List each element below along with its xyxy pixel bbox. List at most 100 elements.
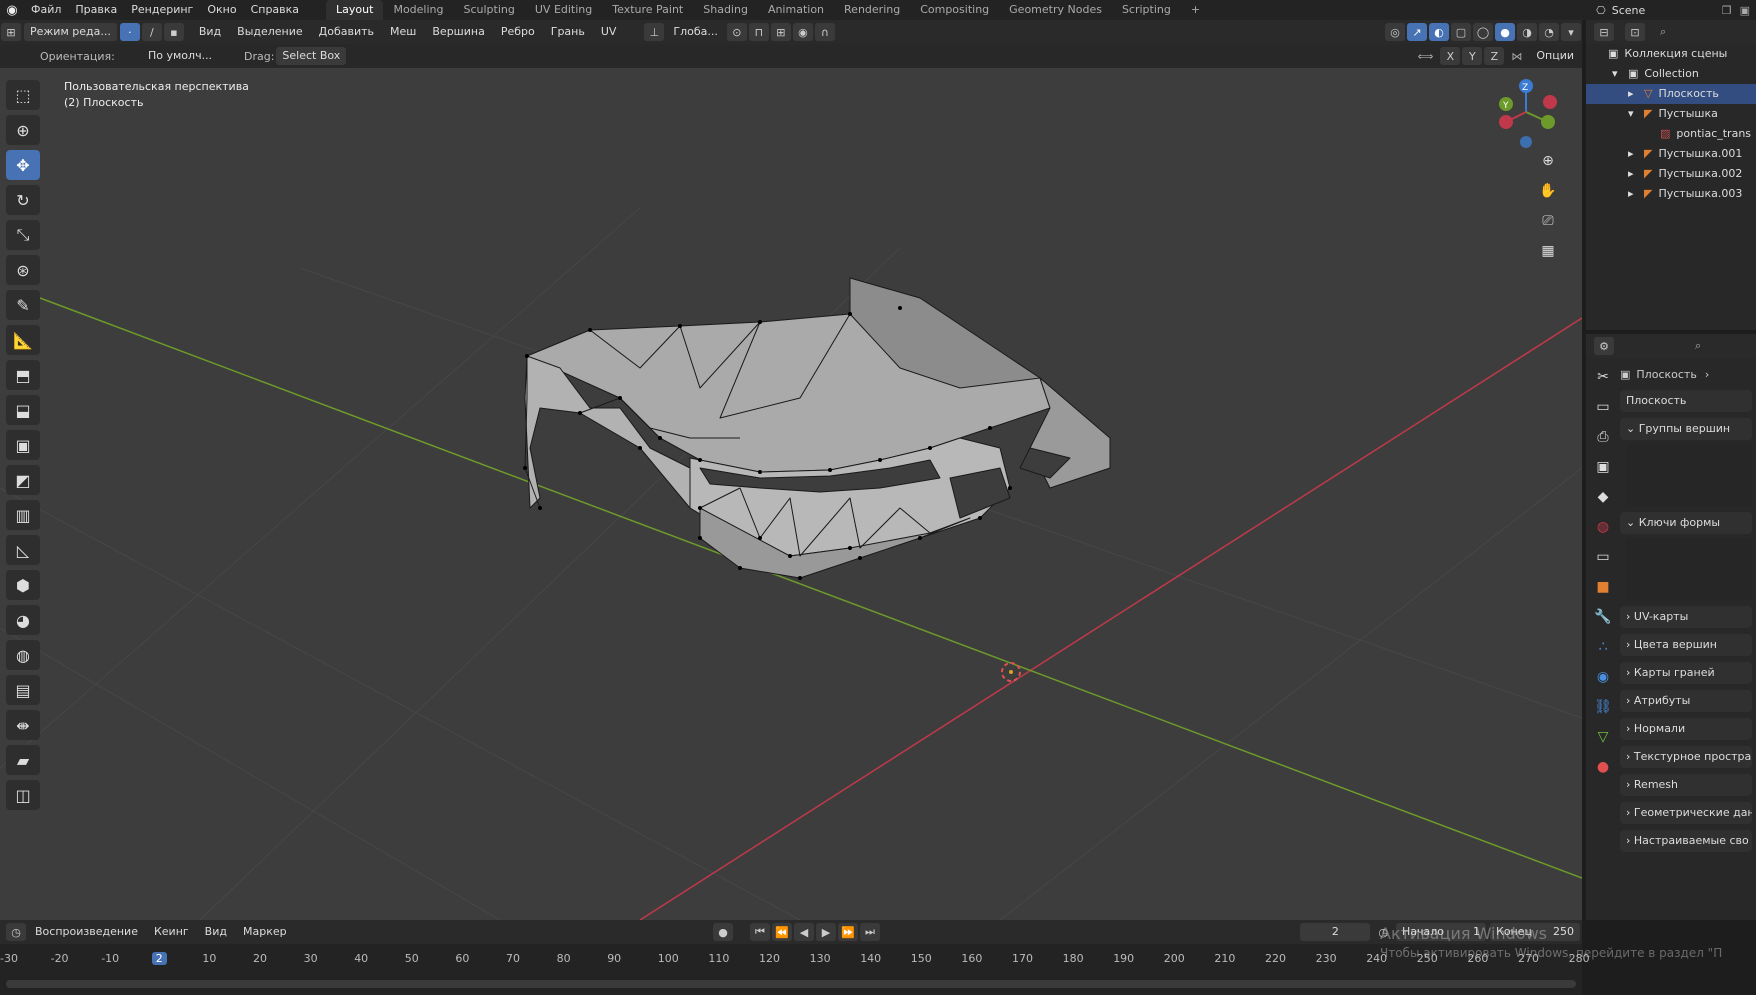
jump-end-icon[interactable]: ⏭ (860, 923, 880, 941)
workspace-tab[interactable]: Animation (758, 0, 834, 20)
particles-tab-icon[interactable]: ∴ (1590, 634, 1616, 660)
expand-arrow-icon[interactable]: ▸ (1628, 144, 1642, 164)
breadcrumb-object[interactable]: Плоскость (1636, 368, 1696, 381)
timeline-menu[interactable]: Маркер (237, 923, 293, 941)
workspace-tab[interactable]: Rendering (834, 0, 910, 20)
outliner-item[interactable]: ▸ ▽ Плоскость (1586, 84, 1756, 104)
header-menu[interactable]: Добавить (313, 23, 380, 41)
mirror-z-button[interactable]: Z (1484, 47, 1505, 65)
snap-icon[interactable]: ⊓ (748, 23, 769, 41)
properties-search-icon[interactable]: ⌕ (1695, 339, 1701, 353)
wireframe-shading-icon[interactable]: ◯ (1473, 23, 1493, 41)
outliner-editor-icon[interactable]: ⊟ (1594, 23, 1614, 41)
overlay-icon[interactable]: ◐ (1429, 23, 1449, 41)
mesh-name-field[interactable]: Плоскость (1620, 390, 1752, 412)
workspace-tab[interactable]: Compositing (910, 0, 999, 20)
rotate-icon[interactable]: ↻ (6, 185, 40, 215)
header-menu[interactable]: Вид (193, 23, 227, 41)
record-icon[interactable]: ● (713, 923, 733, 941)
world-tab-icon[interactable]: ◍ (1590, 514, 1616, 540)
outliner-item[interactable]: ▨ pontiac_trans (1586, 124, 1756, 144)
play-icon[interactable]: ▶ (816, 923, 836, 941)
menu-item[interactable]: Рендеринг (124, 0, 200, 20)
pivot-icon[interactable]: ⊙ (726, 23, 747, 41)
timeline-menu[interactable]: Вид (199, 923, 233, 941)
expand-arrow-icon[interactable]: ▾ (1612, 64, 1626, 84)
pan-hand-icon[interactable]: ✋ (1535, 178, 1561, 204)
outliner-root[interactable]: ▣ Коллекция сцены (1586, 44, 1756, 64)
vertex-groups-list[interactable] (1626, 444, 1752, 506)
bevel-icon[interactable]: ◩ (6, 465, 40, 495)
visibility-icon[interactable]: ◎ (1385, 23, 1405, 41)
outliner-filter-icon[interactable]: ⊡ (1625, 23, 1645, 41)
jump-start-icon[interactable]: ⏮ (750, 923, 770, 941)
view-layer-tab-icon[interactable]: ▣ (1590, 454, 1616, 480)
output-tab-icon[interactable]: ⎙ (1590, 424, 1616, 450)
select-box-icon[interactable]: ⬚ (6, 80, 40, 110)
render-tab-icon[interactable]: ▭ (1590, 394, 1616, 420)
current-frame-field[interactable]: 2 (1300, 923, 1371, 941)
transform-orientation-icon[interactable]: ⊥ (644, 23, 665, 41)
outliner-item[interactable]: ▸ ◤ Пустышка.003 (1586, 184, 1756, 204)
shading-options-icon[interactable]: ▾ (1561, 23, 1581, 41)
snap-target-icon[interactable]: ⊞ (770, 23, 791, 41)
drag-select[interactable]: Select Box (276, 47, 347, 65)
workspace-tab[interactable]: UV Editing (525, 0, 602, 20)
material-tab-icon[interactable]: ● (1590, 754, 1616, 780)
scene-icon[interactable]: ⎔ (1596, 4, 1606, 17)
panel-collapsed[interactable]: › Настраиваемые сво (1620, 830, 1752, 852)
rendered-shading-icon[interactable]: ◔ (1539, 23, 1559, 41)
transform-icon[interactable]: ⊛ (6, 255, 40, 285)
play-reverse-icon[interactable]: ◀ (794, 923, 814, 941)
annotate-icon[interactable]: ✎ (6, 290, 40, 320)
shear-icon[interactable]: ▰ (6, 745, 40, 775)
shrink-fatten-icon[interactable]: ⇼ (6, 710, 40, 740)
scale-icon[interactable]: ⤡ (6, 220, 40, 250)
options-menu[interactable]: Опции (1530, 47, 1580, 65)
rip-icon[interactable]: ◫ (6, 780, 40, 810)
mirror-x-button[interactable]: X (1440, 47, 1461, 65)
shape-keys-list[interactable] (1626, 538, 1752, 600)
gizmo-icon[interactable]: ↗ (1407, 23, 1427, 41)
menu-item[interactable]: Файл (24, 0, 68, 20)
poly-build-icon[interactable]: ⬢ (6, 570, 40, 600)
scene-name[interactable]: Scene (1612, 4, 1722, 17)
ortho-grid-icon[interactable]: ▦ (1535, 238, 1561, 264)
workspace-tab[interactable]: Texture Paint (602, 0, 693, 20)
zoom-icon[interactable]: ⊕ (1535, 148, 1561, 174)
blender-icon[interactable]: ◉ (0, 3, 24, 18)
panel-collapsed[interactable]: › Геометрические дан (1620, 802, 1752, 824)
workspace-tab[interactable]: Shading (693, 0, 758, 20)
mirror-icon[interactable]: ⟺ (1418, 50, 1434, 63)
inset-icon[interactable]: ▣ (6, 430, 40, 460)
navigation-gizmo[interactable]: Z Y (1490, 74, 1560, 154)
camera-icon[interactable]: ⎚ (1535, 208, 1561, 234)
material-shading-icon[interactable]: ◑ (1517, 23, 1537, 41)
constraints-tab-icon[interactable]: ⛓ (1590, 694, 1616, 720)
mirror-y-button[interactable]: Y (1462, 47, 1483, 65)
expand-arrow-icon[interactable]: ▸ (1628, 84, 1642, 104)
timeline-editor-icon[interactable]: ◷ (6, 923, 26, 941)
expand-arrow-icon[interactable]: ▸ (1628, 164, 1642, 184)
workspace-tab[interactable]: Layout (326, 0, 384, 20)
panel-collapsed[interactable]: › Текстурное простран (1620, 746, 1752, 768)
panel-shape-keys[interactable]: ⌄ Ключи формы (1620, 512, 1752, 534)
3d-viewport[interactable]: Пользовательская перспектива (2) Плоскос… (0, 68, 1582, 920)
panel-collapsed[interactable]: › Remesh (1620, 774, 1752, 796)
panel-collapsed[interactable]: › Цвета вершин (1620, 634, 1752, 656)
view-layer-icon[interactable]: ▣ (1740, 4, 1750, 17)
header-menu[interactable]: Меш (384, 23, 422, 41)
header-menu[interactable]: UV (595, 23, 623, 41)
menu-item[interactable]: Справка (244, 0, 306, 20)
outliner-item[interactable]: ▾ ◤ Пустышка (1586, 104, 1756, 124)
header-menu[interactable]: Грань (545, 23, 591, 41)
workspace-tab[interactable]: Geometry Nodes (999, 0, 1112, 20)
physics-tab-icon[interactable]: ◉ (1590, 664, 1616, 690)
cursor-icon[interactable]: ⊕ (6, 115, 40, 145)
add-cube-icon[interactable]: ⬒ (6, 360, 40, 390)
timeline-menu[interactable]: Воспроизведение (29, 923, 144, 941)
measure-icon[interactable]: 📐 (6, 325, 40, 355)
workspace-tab[interactable]: Sculpting (454, 0, 525, 20)
vertex-select-icon[interactable]: · (119, 23, 140, 41)
timeline-menu[interactable]: Кеинг (148, 923, 195, 941)
